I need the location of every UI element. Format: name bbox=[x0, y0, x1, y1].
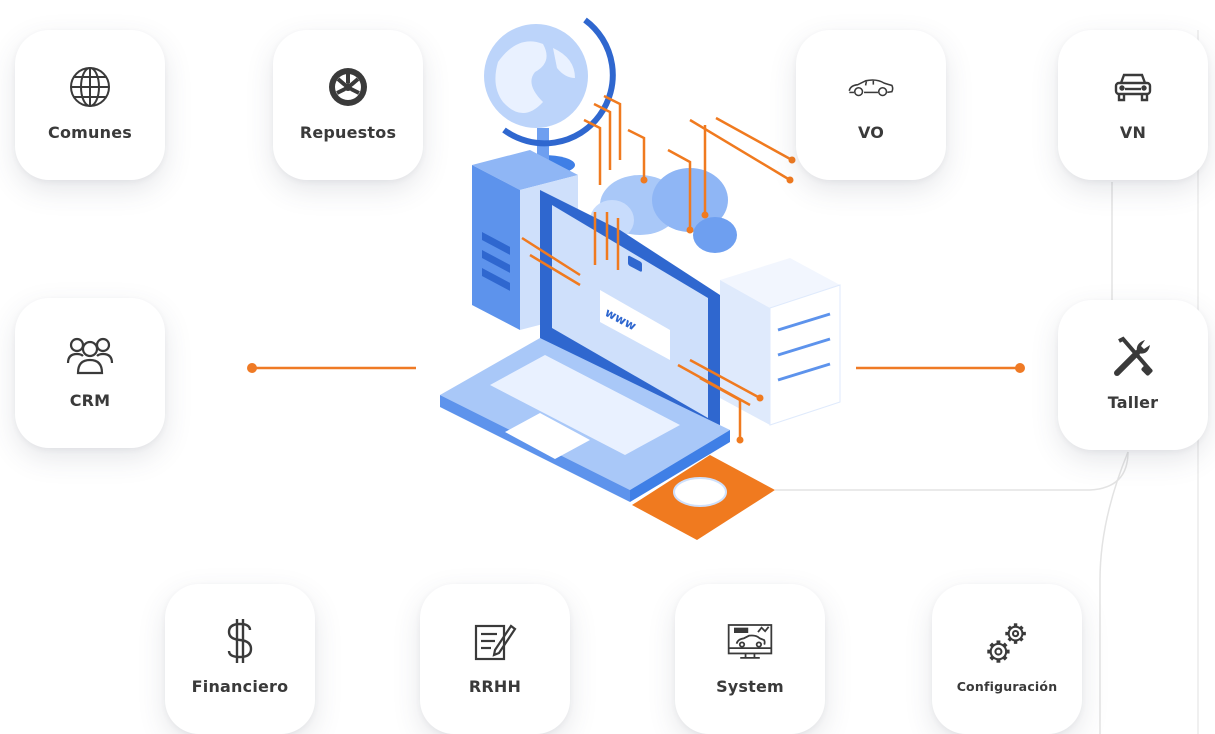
monitor-car-icon bbox=[726, 617, 774, 665]
module-label: System bbox=[716, 676, 784, 696]
module-vn[interactable]: VN bbox=[1058, 30, 1208, 180]
tools-icon bbox=[1109, 333, 1157, 381]
wheel-icon bbox=[324, 63, 372, 111]
module-comunes[interactable]: Comunes bbox=[15, 30, 165, 180]
module-label: Financiero bbox=[191, 676, 289, 696]
module-label: VO bbox=[857, 122, 885, 142]
module-rrhh[interactable]: RRHH bbox=[420, 584, 570, 734]
dollar-icon bbox=[216, 617, 264, 665]
module-label: CRM bbox=[69, 390, 111, 410]
module-configuracion[interactable]: Configuración bbox=[932, 584, 1082, 734]
module-financiero[interactable]: Financiero bbox=[165, 584, 315, 734]
module-system[interactable]: System bbox=[675, 584, 825, 734]
module-label: VN bbox=[1119, 122, 1147, 142]
module-taller[interactable]: Taller bbox=[1058, 300, 1208, 450]
module-crm[interactable]: CRM bbox=[15, 298, 165, 448]
document-pen-icon bbox=[471, 617, 519, 665]
globe-graphic bbox=[484, 17, 616, 175]
module-repuestos[interactable]: Repuestos bbox=[273, 30, 423, 180]
module-label: RRHH bbox=[468, 676, 522, 696]
globe-icon bbox=[66, 63, 114, 111]
people-group-icon bbox=[66, 331, 114, 379]
module-vo[interactable]: VO bbox=[796, 30, 946, 180]
gears-icon bbox=[983, 619, 1031, 667]
sports-car-icon bbox=[847, 63, 895, 111]
car-front-icon bbox=[1109, 63, 1157, 111]
module-label: Taller bbox=[1107, 392, 1159, 412]
module-label: Configuración bbox=[956, 678, 1058, 694]
module-label: Repuestos bbox=[299, 122, 397, 142]
module-label: Comunes bbox=[48, 122, 132, 142]
